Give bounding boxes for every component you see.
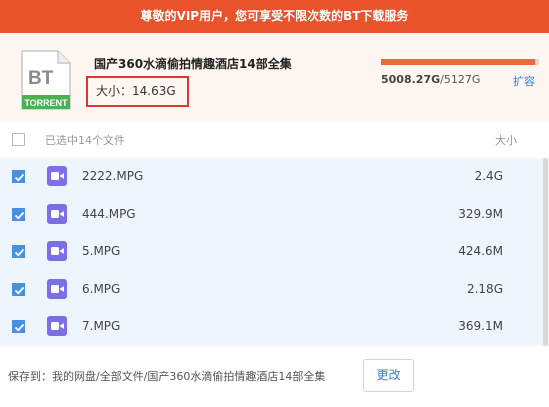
torrent-icon-bt-text: BT xyxy=(28,68,54,89)
storage-total: /5127G xyxy=(440,73,481,86)
video-file-icon xyxy=(47,241,67,262)
storage-quota-text: 5008.27G/5127G xyxy=(381,73,480,86)
file-checkbox[interactable] xyxy=(12,320,25,334)
video-file-icon xyxy=(47,203,67,224)
torrent-size: 大小：14.63G xyxy=(86,76,189,107)
file-row[interactable]: 5.MPG 424.6M xyxy=(0,233,541,271)
video-file-icon xyxy=(47,166,67,186)
file-row[interactable]: 2222.MPG 2.4G xyxy=(0,158,541,196)
torrent-icon-label: TORRENT xyxy=(24,98,68,108)
file-size: 369.1M xyxy=(458,319,503,334)
torrent-info-panel: BT TORRENT 国产360水滴偷拍情趣酒店14部全集 大小：14.63G … xyxy=(0,33,549,121)
check-icon xyxy=(14,211,25,220)
file-size: 424.6M xyxy=(458,244,503,259)
file-checkbox[interactable] xyxy=(12,282,25,296)
check-icon xyxy=(14,173,25,182)
file-name: 2222.MPG xyxy=(82,169,144,183)
file-name: 444.MPG xyxy=(82,206,136,221)
file-name: 5.MPG xyxy=(82,244,121,259)
file-list-header: 已选中14个文件 大小 xyxy=(0,121,549,158)
check-icon xyxy=(14,324,25,332)
save-path: 保存到：我的网盘/全部文件/国产360水滴偷拍情趣酒店14部全集 xyxy=(8,370,326,383)
file-size: 2.18G xyxy=(466,281,503,296)
file-row[interactable]: 7.MPG 369.1M xyxy=(0,308,541,346)
storage-used: 5008.27G xyxy=(381,73,441,86)
size-column-header: 大小 xyxy=(495,134,517,147)
video-file-icon xyxy=(47,278,67,299)
check-icon xyxy=(14,249,25,257)
check-icon xyxy=(14,286,25,295)
file-list-scrollbar[interactable] xyxy=(541,158,549,346)
storage-quota-fill xyxy=(381,59,536,65)
expand-storage-link[interactable]: 扩容 xyxy=(513,73,535,89)
select-all-checkbox[interactable] xyxy=(12,133,25,146)
file-list: 2222.MPG 2.4G 444.MPG 329.9M 5.MPG 424.6M 6.MP… xyxy=(0,158,541,346)
scrollbar-thumb[interactable] xyxy=(543,158,548,346)
file-name: 6.MPG xyxy=(82,281,121,296)
vip-banner: 尊敬的VIP用户，您可享受不限次数的BT下载服务 xyxy=(0,0,549,33)
file-row[interactable]: 6.MPG 2.18G xyxy=(0,271,541,309)
storage-quota-bar xyxy=(381,59,539,65)
file-row[interactable]: 444.MPG 329.9M xyxy=(0,196,541,234)
file-checkbox[interactable] xyxy=(12,207,25,221)
save-location-bar: 保存到：我的网盘/全部文件/国产360水滴偷拍情趣酒店14部全集 更改 xyxy=(0,346,549,407)
file-size: 2.4G xyxy=(474,169,503,183)
file-checkbox[interactable] xyxy=(12,245,25,259)
file-size: 329.9M xyxy=(458,206,503,221)
torrent-title: 国产360水滴偷拍情趣酒店14部全集 xyxy=(94,57,292,71)
file-name: 7.MPG xyxy=(82,319,121,334)
torrent-file-icon: BT TORRENT xyxy=(20,49,72,111)
selected-count-label: 已选中14个文件 xyxy=(45,134,125,147)
file-checkbox[interactable] xyxy=(12,170,25,183)
video-file-icon xyxy=(47,316,67,337)
change-location-button[interactable]: 更改 xyxy=(363,359,414,392)
